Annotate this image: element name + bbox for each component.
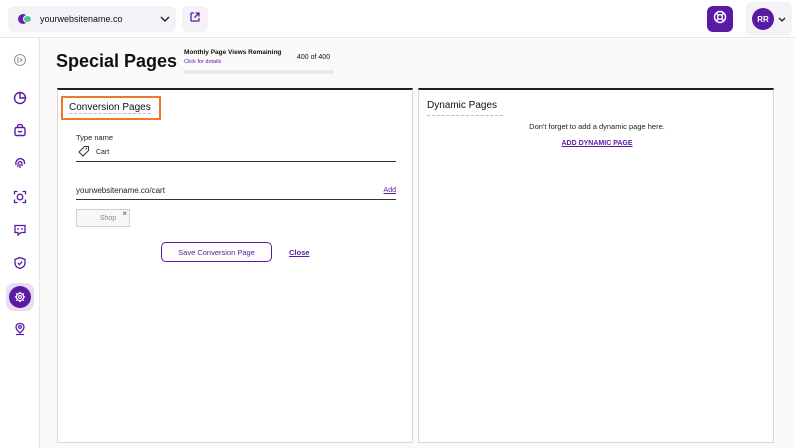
external-link-icon [189,10,201,28]
type-name-field[interactable]: Cart [76,144,396,162]
lifebuoy-icon [713,10,727,29]
sidebar-item-security[interactable] [6,251,34,279]
focus-icon [13,190,27,209]
help-button[interactable] [707,6,733,32]
collapse-icon [13,53,27,72]
conversion-pages-heading: Conversion Pages [61,96,161,120]
site-selector[interactable]: yourwebsitename.co [8,6,176,32]
sidebar-item-messages[interactable] [6,218,34,246]
site-name: yourwebsitename.co [40,14,123,24]
page-views-progress [184,70,334,74]
divider [427,115,503,116]
dynamic-pages-panel: Dynamic Pages Don't forget to add a dyna… [418,88,774,443]
page-views-details-link[interactable]: Click for details [184,59,221,65]
page-title: Special Pages [56,51,178,71]
chevron-down-icon [154,14,176,25]
user-menu[interactable]: RR [746,2,792,36]
add-dynamic-page-link[interactable]: ADD DYNAMIC PAGE [419,140,775,147]
map-pin-icon [13,322,27,341]
close-link[interactable]: Close [289,248,309,257]
sidebar-item-shop[interactable] [6,118,34,146]
chevron-down-icon [778,15,786,24]
close-icon[interactable]: × [122,209,127,218]
sidebar-item-collapse[interactable] [6,48,34,76]
gear-icon [9,286,31,308]
add-url-link[interactable]: Add [384,187,396,194]
type-name-label: Type name [76,133,114,142]
page-url-field[interactable]: yourwebsitename.co/cart Add [76,182,396,200]
conversion-pages-panel: Conversion Pages Type name Cart yourwebs… [57,88,413,443]
sidebar-item-location[interactable] [6,317,34,345]
tag-icon [78,144,90,162]
page-url-value: yourwebsitename.co/cart [76,186,165,195]
conversion-pages-title: Conversion Pages [69,102,151,114]
external-link-button[interactable] [182,6,208,32]
shopping-bag-icon [13,123,27,142]
page-chip-label: Shop [99,214,117,222]
pie-chart-icon [13,91,27,110]
page-views-count: 400 of 400 [297,54,331,61]
page-views-label: Monthly Page Views Remaining [184,49,282,56]
message-icon [13,223,27,242]
dynamic-pages-title: Dynamic Pages [427,100,498,111]
sidebar-item-dashboard[interactable] [6,86,34,114]
avatar: RR [752,8,774,30]
save-conversion-page-button[interactable]: Save Conversion Page [161,242,272,262]
site-logo-icon [18,14,32,24]
top-bar: yourwebsitename.co RR [0,0,795,38]
dynamic-pages-note: Don't forget to add a dynamic page here. [529,122,665,131]
sidebar-item-fingerprint[interactable] [6,151,34,179]
sidebar [0,38,40,448]
shield-check-icon [13,256,27,275]
fingerprint-icon [13,156,27,175]
type-name-value: Cart [96,149,110,156]
sidebar-item-settings[interactable] [6,283,34,311]
sidebar-item-focus[interactable] [6,185,34,213]
page-chip: Shop × [76,209,130,227]
